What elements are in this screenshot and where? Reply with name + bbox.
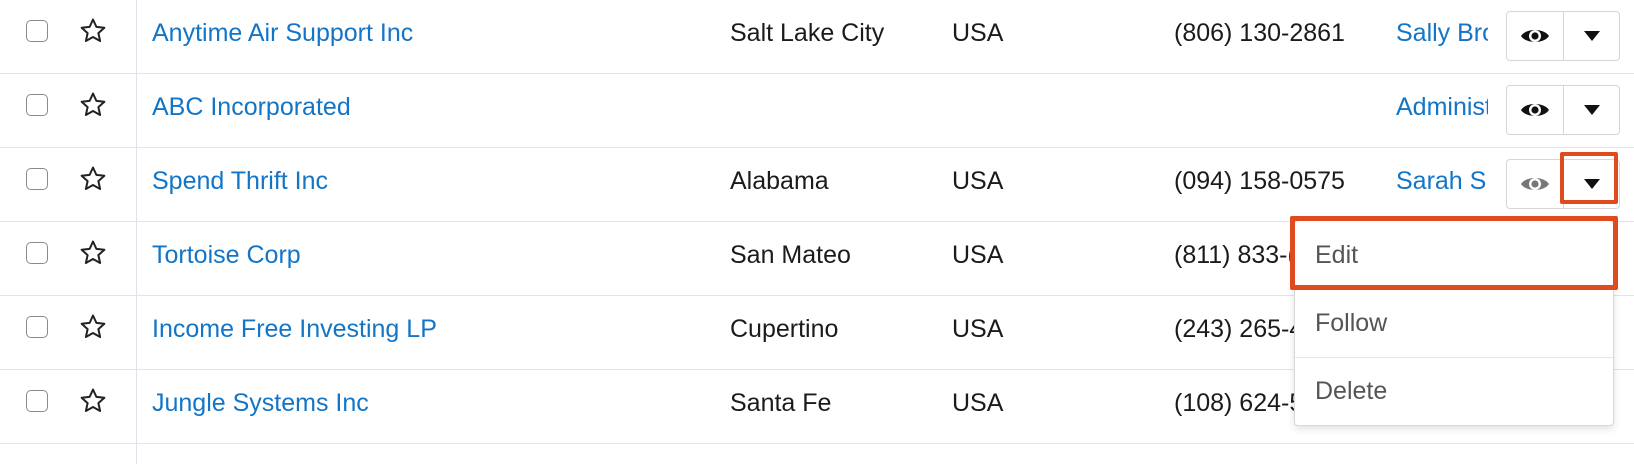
actions-dropdown-button[interactable] bbox=[1563, 86, 1619, 134]
city-cell: Cupertino bbox=[730, 315, 839, 343]
row-checkbox[interactable] bbox=[26, 242, 48, 264]
star-icon[interactable] bbox=[78, 90, 108, 120]
eye-icon bbox=[1521, 30, 1549, 42]
assigned-user-link[interactable]: Administ bbox=[1396, 92, 1488, 122]
column-divider bbox=[136, 444, 137, 464]
actions-dropdown-button[interactable] bbox=[1563, 12, 1619, 60]
account-name-link[interactable]: ABC Incorporated bbox=[152, 92, 351, 122]
row-actions bbox=[1506, 11, 1620, 61]
preview-button[interactable] bbox=[1507, 12, 1563, 60]
menu-item-follow[interactable]: Follow bbox=[1295, 289, 1613, 357]
preview-button[interactable] bbox=[1507, 160, 1563, 208]
row-checkbox[interactable] bbox=[26, 94, 48, 116]
eye-icon bbox=[1521, 104, 1549, 116]
assigned-user-link[interactable]: Sarah Sr bbox=[1396, 166, 1488, 196]
city-cell: Alabama bbox=[730, 167, 829, 195]
star-icon[interactable] bbox=[78, 312, 108, 342]
column-divider bbox=[136, 0, 137, 73]
row-checkbox[interactable] bbox=[26, 390, 48, 412]
account-name-link[interactable]: Tortoise Corp bbox=[152, 240, 301, 270]
column-divider bbox=[136, 370, 137, 443]
table-row: Spend Thrift Inc Alabama USA (094) 158-0… bbox=[0, 148, 1634, 222]
account-name-link[interactable]: Spend Thrift Inc bbox=[152, 166, 328, 196]
row-checkbox[interactable] bbox=[26, 316, 48, 338]
table-row: ABC Incorporated Administ bbox=[0, 74, 1634, 148]
table-row-partial bbox=[0, 444, 1634, 464]
phone-cell: (094) 158-0575 bbox=[1174, 167, 1345, 195]
city-cell: Salt Lake City bbox=[730, 19, 885, 47]
country-cell: USA bbox=[952, 389, 1004, 417]
caret-down-icon bbox=[1583, 105, 1600, 115]
account-name-link[interactable]: Income Free Investing LP bbox=[152, 314, 437, 344]
account-name-link[interactable]: Anytime Air Support Inc bbox=[152, 18, 413, 48]
highlight-box-caret bbox=[1560, 152, 1618, 204]
star-icon[interactable] bbox=[78, 16, 108, 46]
preview-button[interactable] bbox=[1507, 86, 1563, 134]
table-row: Anytime Air Support Inc Salt Lake City U… bbox=[0, 0, 1634, 74]
column-divider bbox=[136, 222, 137, 295]
column-divider bbox=[136, 296, 137, 369]
phone-cell: (108) 624-5 bbox=[1174, 389, 1304, 417]
city-cell: Santa Fe bbox=[730, 389, 832, 417]
country-cell: USA bbox=[952, 167, 1004, 195]
column-divider bbox=[136, 148, 137, 221]
star-icon[interactable] bbox=[78, 164, 108, 194]
country-cell: USA bbox=[952, 315, 1004, 343]
row-checkbox[interactable] bbox=[26, 20, 48, 42]
row-actions bbox=[1506, 85, 1620, 135]
phone-cell: (811) 833-( bbox=[1174, 241, 1296, 269]
country-cell: USA bbox=[952, 19, 1004, 47]
country-cell: USA bbox=[952, 241, 1004, 269]
star-icon[interactable] bbox=[78, 386, 108, 416]
menu-item-delete[interactable]: Delete bbox=[1295, 357, 1613, 425]
phone-cell: (806) 130-2861 bbox=[1174, 19, 1345, 47]
assigned-user-link[interactable]: Sally Bro bbox=[1396, 18, 1488, 48]
eye-icon bbox=[1521, 178, 1549, 190]
star-icon[interactable] bbox=[78, 238, 108, 268]
account-name-link[interactable]: Jungle Systems Inc bbox=[152, 388, 369, 418]
city-cell: San Mateo bbox=[730, 241, 851, 269]
row-checkbox[interactable] bbox=[26, 168, 48, 190]
highlight-box-edit bbox=[1290, 216, 1618, 290]
phone-cell: (243) 265-4 bbox=[1174, 315, 1304, 343]
caret-down-icon bbox=[1583, 31, 1600, 41]
column-divider bbox=[136, 74, 137, 147]
